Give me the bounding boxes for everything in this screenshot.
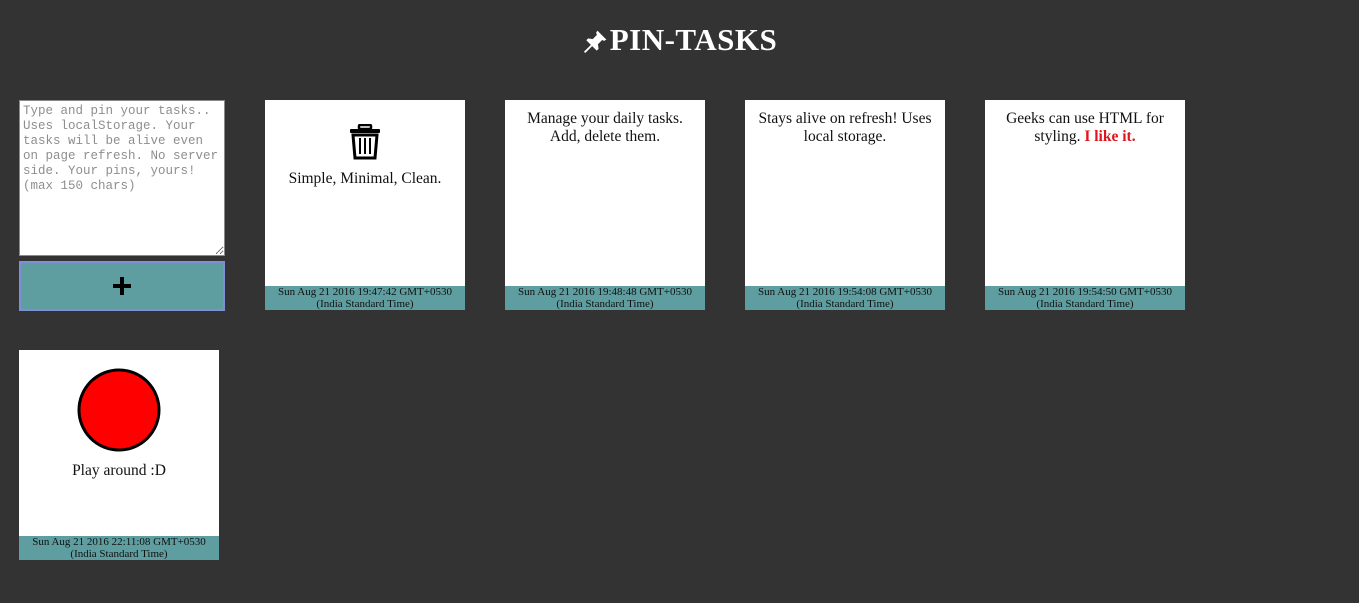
task-card-content: Stays alive on refresh! Uses local stora… bbox=[745, 100, 945, 286]
timestamp-zone: (India Standard Time) bbox=[316, 297, 414, 310]
plus-icon bbox=[113, 277, 131, 295]
task-card-content: Manage your daily tasks. Add, delete the… bbox=[505, 100, 705, 286]
task-card[interactable]: Stays alive on refresh! Uses local stora… bbox=[745, 100, 945, 310]
trash-icon bbox=[350, 124, 380, 160]
timestamp-zone: (India Standard Time) bbox=[1036, 297, 1134, 310]
timestamp-date: Sun Aug 21 2016 19:54:08 GMT+0530 bbox=[758, 286, 932, 298]
task-input[interactable] bbox=[19, 100, 225, 256]
task-text: Stays alive on refresh! Uses local stora… bbox=[758, 110, 932, 145]
timestamp-date: Sun Aug 21 2016 19:54:50 GMT+0530 bbox=[998, 286, 1172, 298]
task-timestamp: Sun Aug 21 2016 19:54:08 GMT+0530 (India… bbox=[745, 286, 945, 310]
task-timestamp: Sun Aug 21 2016 19:48:48 GMT+0530 (India… bbox=[505, 286, 705, 310]
task-text: Manage your daily tasks. Add, delete the… bbox=[527, 110, 683, 145]
timestamp-date: Sun Aug 21 2016 19:47:42 GMT+0530 bbox=[278, 286, 452, 298]
task-card-content: Simple, Minimal, Clean. bbox=[265, 100, 465, 286]
add-task-button[interactable] bbox=[19, 261, 225, 311]
task-composer bbox=[19, 100, 225, 311]
task-timestamp: Sun Aug 21 2016 19:54:50 GMT+0530 (India… bbox=[985, 286, 1185, 310]
app-title: PIN-TASKS bbox=[609, 22, 778, 57]
app-header: PIN-TASKS bbox=[0, 20, 1359, 60]
task-card[interactable]: Geeks can use HTML for styling. I like i… bbox=[985, 100, 1185, 310]
task-card[interactable]: Manage your daily tasks. Add, delete the… bbox=[505, 100, 705, 310]
timestamp-zone: (India Standard Time) bbox=[796, 297, 894, 310]
timestamp-date: Sun Aug 21 2016 22:11:08 GMT+0530 bbox=[32, 536, 206, 548]
timestamp-zone: (India Standard Time) bbox=[556, 297, 654, 310]
task-card-content: Geeks can use HTML for styling. I like i… bbox=[985, 100, 1185, 286]
task-card[interactable]: Play around :D Sun Aug 21 2016 22:11:08 … bbox=[19, 350, 219, 560]
timestamp-date: Sun Aug 21 2016 19:48:48 GMT+0530 bbox=[518, 286, 692, 298]
pushpin-icon bbox=[583, 30, 607, 53]
task-highlight: I like it. bbox=[1084, 128, 1136, 145]
task-card[interactable]: Simple, Minimal, Clean. Sun Aug 21 2016 … bbox=[265, 100, 465, 310]
task-timestamp: Sun Aug 21 2016 19:47:42 GMT+0530 (India… bbox=[265, 286, 465, 310]
task-text: Simple, Minimal, Clean. bbox=[288, 170, 442, 187]
task-text-block: Geeks can use HTML for styling. I like i… bbox=[993, 110, 1177, 146]
red-circle-icon bbox=[77, 368, 161, 452]
task-card-content: Play around :D bbox=[19, 350, 219, 536]
task-timestamp: Sun Aug 21 2016 22:11:08 GMT+0530 (India… bbox=[19, 536, 219, 560]
timestamp-zone: (India Standard Time) bbox=[70, 547, 168, 560]
task-text: Play around :D bbox=[72, 462, 166, 479]
